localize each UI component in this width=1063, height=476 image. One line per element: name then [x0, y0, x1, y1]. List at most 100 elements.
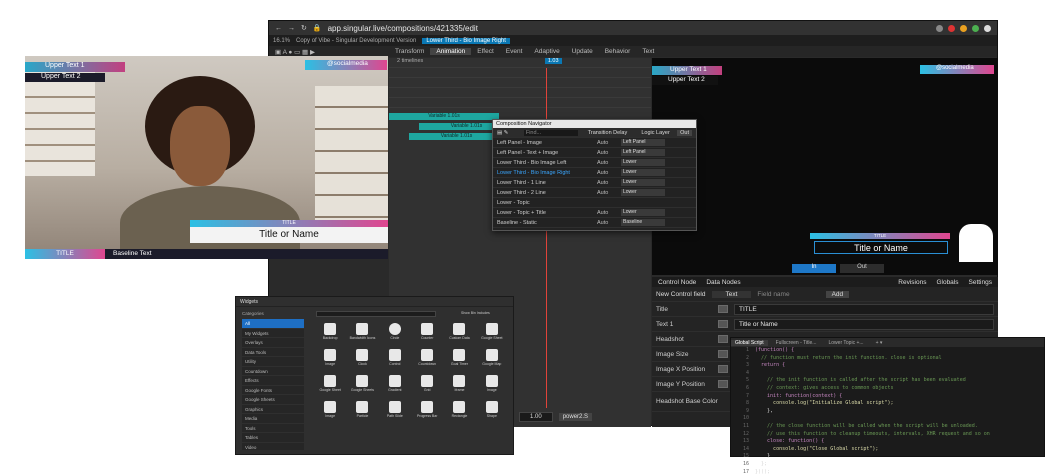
tab-effect[interactable]: Effect [471, 48, 500, 55]
tab-globals[interactable]: Globals [936, 279, 958, 286]
row-layer[interactable]: Lower [621, 159, 665, 166]
tab-settings[interactable]: Settings [969, 279, 993, 286]
widget-item[interactable]: Particle [348, 401, 376, 421]
widget-item[interactable]: Rectangle [445, 401, 473, 421]
widget-search[interactable] [316, 311, 436, 317]
link-button[interactable] [718, 365, 728, 373]
navigator-row[interactable]: Lower - Topic + TitleAutoLower [493, 208, 696, 218]
category-item[interactable]: Video [242, 443, 304, 453]
scale-input[interactable]: 1.00 [519, 412, 553, 422]
widget-item[interactable]: Backdrop [316, 323, 344, 343]
breadcrumb[interactable]: Copy of Vibe - Singular Development Vers… [296, 38, 416, 44]
tab-global-script[interactable]: Global Script [731, 340, 768, 346]
link-button[interactable] [718, 305, 728, 313]
widget-item[interactable]: Circle [381, 323, 409, 343]
widget-item[interactable]: Google Map [478, 349, 506, 369]
navigator-row[interactable]: Lower Third - 1 LineAutoLower [493, 178, 696, 188]
tab-behavior[interactable]: Behavior [599, 48, 637, 55]
navigator-row[interactable]: Baseline - StaticAutoBaseline [493, 218, 696, 228]
add-button[interactable]: Add [826, 291, 850, 298]
out-button[interactable]: Out [840, 264, 884, 273]
link-button[interactable] [718, 320, 728, 328]
tab-text[interactable]: Text [636, 48, 660, 55]
widget-item[interactable]: Google Sheet [316, 375, 344, 395]
widget-item[interactable]: Path Slide [381, 401, 409, 421]
field-value[interactable]: Title or Name [734, 319, 994, 330]
category-item[interactable]: Data Tools [242, 348, 304, 358]
widget-item[interactable]: Google Sheets [348, 375, 376, 395]
active-composition[interactable]: Lower Third - Bio Image Right [422, 38, 510, 44]
timeline-row[interactable] [389, 88, 651, 98]
profile-avatar[interactable] [984, 25, 991, 32]
timeline-row[interactable] [389, 68, 651, 78]
category-item[interactable]: Media [242, 414, 304, 424]
navigator-row[interactable]: Left Panel - Text + ImageAutoLeft Panel [493, 148, 696, 158]
tab-event[interactable]: Event [500, 48, 529, 55]
widget-item[interactable]: Shape [478, 401, 506, 421]
zoom-icon[interactable] [936, 25, 943, 32]
category-item[interactable]: Tools [242, 424, 304, 434]
category-item[interactable]: Utility [242, 357, 304, 367]
navigator-row[interactable]: Lower Third - 2 LineAutoLower [493, 188, 696, 198]
widget-item[interactable]: Bandwidth Icons [348, 323, 376, 343]
forward-icon[interactable]: → [288, 25, 295, 32]
tab-adaptive[interactable]: Adaptive [528, 48, 565, 55]
navigator-search[interactable]: Find... [524, 130, 578, 136]
row-layer[interactable]: Left Panel [621, 139, 665, 146]
widget-item[interactable]: Goal Timer [445, 349, 473, 369]
extension-icon[interactable] [972, 25, 979, 32]
show-all-toggle[interactable]: Show Bin Includes [461, 311, 490, 315]
timeline-row[interactable] [389, 78, 651, 88]
widget-item[interactable]: Grid [413, 375, 441, 395]
in-button[interactable]: In [792, 264, 836, 273]
navigator-row[interactable]: Lower - Topic [493, 198, 696, 208]
keyframe-segment[interactable]: Variable 1.01s [389, 113, 499, 120]
easing-select[interactable]: power2.S [559, 413, 592, 421]
widget-item[interactable]: Image [316, 349, 344, 369]
tab-animation[interactable]: Animation [430, 48, 471, 55]
widget-item[interactable]: Progress Bar [413, 401, 441, 421]
out-header[interactable]: Out [677, 130, 692, 136]
tab-script[interactable]: Fullscreen - Title... [772, 340, 821, 346]
reload-icon[interactable]: ↻ [301, 24, 307, 32]
row-layer[interactable]: Lower [621, 209, 665, 216]
category-item[interactable]: Google Sheets [242, 395, 304, 405]
field-name-input[interactable]: Field name [757, 291, 789, 298]
tab-script[interactable]: Lower Topic +... [824, 340, 867, 346]
extension-icon[interactable] [960, 25, 967, 32]
widget-item[interactable]: Google Sheet [478, 323, 506, 343]
address-bar[interactable]: app.singular.live/compositions/421335/ed… [328, 24, 478, 33]
widget-item[interactable]: Iframe [445, 375, 473, 395]
widget-item[interactable]: Gradient [381, 375, 409, 395]
navigator-row[interactable]: Lower Third - Bio Image RightAutoLower [493, 168, 696, 178]
extension-icon[interactable] [948, 25, 955, 32]
list-icon[interactable]: ▤ ✎ [497, 130, 524, 136]
category-item[interactable]: All [242, 319, 304, 329]
tab-data-nodes[interactable]: Data Nodes [706, 279, 740, 286]
link-button[interactable] [718, 335, 728, 343]
category-item[interactable]: Effects [242, 376, 304, 386]
tab-transform[interactable]: Transform [389, 48, 430, 55]
category-item[interactable]: My Widgets [242, 329, 304, 339]
category-item[interactable]: Countdown [242, 367, 304, 377]
tab-control-node[interactable]: Control Node [658, 279, 696, 286]
row-layer[interactable]: Lower [621, 189, 665, 196]
link-button[interactable] [718, 380, 728, 388]
tool-icons[interactable]: ▣ A ● ▭ ▦ ▶ [269, 48, 389, 56]
widget-item[interactable]: Image [316, 401, 344, 421]
timelines-label[interactable]: 2 timelines [397, 58, 423, 64]
row-layer[interactable]: Left Panel [621, 149, 665, 156]
widget-item[interactable]: Clock [348, 349, 376, 369]
timeline-row[interactable] [389, 98, 651, 108]
widget-item[interactable]: Control [381, 349, 409, 369]
category-item[interactable]: Google Fonts [242, 386, 304, 396]
row-layer[interactable]: Lower [621, 179, 665, 186]
type-select[interactable]: Text [712, 291, 752, 298]
back-icon[interactable]: ← [275, 25, 282, 32]
navigator-row[interactable]: Lower Third - Bio Image LeftAutoLower [493, 158, 696, 168]
widget-item[interactable]: Countdown [413, 349, 441, 369]
field-value[interactable]: TITLE [734, 304, 994, 315]
keyframe-segment[interactable]: Variable 1.01s [409, 133, 504, 140]
category-item[interactable]: Tables [242, 433, 304, 443]
code-area[interactable]: 1(function() {2 // function must return … [731, 347, 1044, 476]
